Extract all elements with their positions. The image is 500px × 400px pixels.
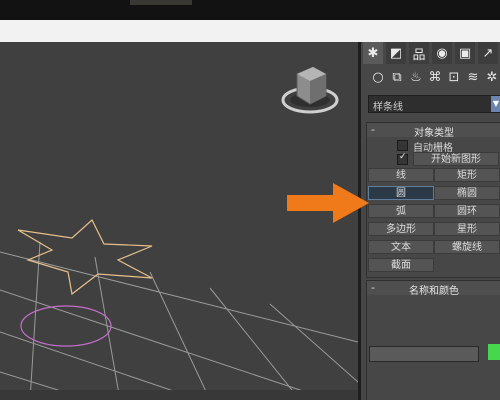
motion-icon[interactable]: ◉ xyxy=(432,42,452,64)
autogrid-checkbox[interactable] xyxy=(397,140,408,151)
donut-button[interactable]: 圆环 xyxy=(434,204,500,218)
chevron-down-icon[interactable]: ▼ xyxy=(491,96,500,112)
object-type-title: 对象类型 xyxy=(414,128,454,139)
category-dropdown[interactable]: 样条线 ▼ xyxy=(368,95,500,113)
create-star-icon[interactable]: ✱ xyxy=(363,42,383,64)
category-dropdown-value: 样条线 xyxy=(373,102,403,113)
start-new-shape-checkbox[interactable] xyxy=(397,152,408,165)
text-button[interactable]: 文本 xyxy=(368,240,434,254)
line-button[interactable]: 线 xyxy=(368,168,434,182)
display-icon[interactable]: ▣ xyxy=(455,42,475,64)
name-color-rollout: - 名称和颜色 xyxy=(366,280,500,400)
utilities-icon[interactable]: ↗ xyxy=(478,42,498,64)
rectangle-button[interactable]: 矩形 xyxy=(434,168,500,182)
top-dark-strip xyxy=(0,0,500,20)
systems-icon[interactable]: ✲ xyxy=(481,66,500,88)
ngon-button[interactable]: 多边形 xyxy=(368,222,434,236)
top-thumbnail xyxy=(130,0,192,5)
annotation-arrow-icon xyxy=(287,181,371,228)
title-bar xyxy=(0,20,500,42)
modify-icon[interactable]: ◩ xyxy=(386,42,406,64)
hierarchy-icon[interactable]: 品 xyxy=(409,42,429,64)
circle-button[interactable]: 圆 xyxy=(368,186,434,200)
name-color-header[interactable]: - 名称和颜色 xyxy=(367,281,500,297)
object-type-rollout: - 对象类型 自动栅格 开始新图形 线 矩形 圆 椭圆 弧 圆环 多边形 星形 … xyxy=(366,122,500,278)
start-new-shape-button[interactable]: 开始新图形 xyxy=(413,152,499,166)
star-button[interactable]: 星形 xyxy=(434,222,500,236)
arc-button[interactable]: 弧 xyxy=(368,204,434,218)
object-name-field[interactable] xyxy=(369,346,479,362)
object-color-swatch[interactable] xyxy=(488,344,500,360)
bottom-strip xyxy=(0,390,358,400)
name-color-title: 名称和颜色 xyxy=(409,286,459,297)
command-panel: ✱ ◩ 品 ◉ ▣ ↗ ○ ⧉ ♨ ⌘ ⊡ ≋ ✲ 样条线 ▼ - 对象类型 自… xyxy=(361,42,500,400)
ellipse-button[interactable]: 椭圆 xyxy=(434,186,500,200)
viewcube-icon[interactable] xyxy=(281,66,339,114)
object-type-header[interactable]: - 对象类型 xyxy=(367,123,500,139)
section-button[interactable]: 截面 xyxy=(368,258,434,272)
ground-grid xyxy=(0,241,358,400)
helix-button[interactable]: 螺旋线 xyxy=(434,240,500,254)
star-shape[interactable] xyxy=(17,219,153,296)
